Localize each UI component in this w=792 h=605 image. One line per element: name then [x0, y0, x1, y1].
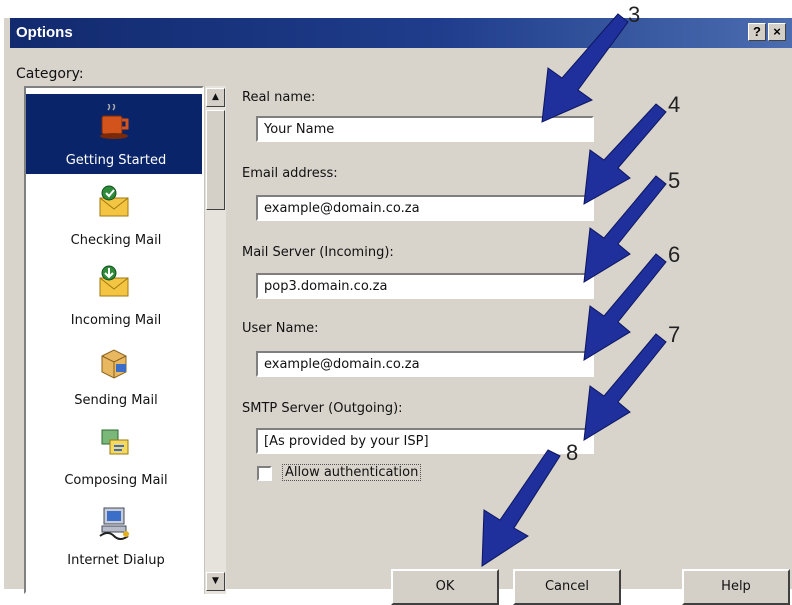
category-item-incoming-mail[interactable]: Incoming Mail — [26, 254, 202, 334]
cancel-button[interactable]: Cancel — [513, 569, 621, 605]
category-label-composing-mail: Composing Mail — [64, 473, 168, 488]
ok-button[interactable]: OK — [391, 569, 499, 605]
coffee-cup-icon — [100, 104, 129, 139]
email-address-label: Email address: — [242, 166, 338, 181]
category-label-internet-dialup: Internet Dialup — [67, 553, 165, 568]
window-title: Options — [16, 24, 73, 41]
category-item-sending-mail[interactable]: Sending Mail — [26, 334, 202, 414]
category-label-sending-mail: Sending Mail — [74, 393, 158, 408]
compose-icon — [101, 429, 129, 455]
scroll-up-button[interactable]: ▲ — [206, 88, 225, 107]
category-label-checking-mail: Checking Mail — [70, 233, 162, 248]
incoming-server-input[interactable]: pop3.domain.co.za — [256, 273, 594, 299]
envelope-incoming-icon — [99, 265, 129, 297]
allow-authentication-label[interactable]: Allow authentication — [282, 464, 422, 481]
package-send-icon — [101, 349, 127, 379]
scroll-thumb[interactable] — [206, 110, 225, 210]
scroll-down-button[interactable]: ▼ — [206, 572, 225, 591]
user-name-label: User Name: — [242, 321, 319, 336]
annotation-label-5: 5 — [668, 168, 681, 193]
email-address-input[interactable]: example@domain.co.za — [256, 195, 594, 221]
category-label: Category: — [16, 66, 84, 82]
category-item-getting-started[interactable]: Getting Started — [26, 94, 202, 174]
category-label-getting-started: Getting Started — [65, 153, 167, 168]
category-item-composing-mail[interactable]: Composing Mail — [26, 414, 202, 494]
computer-dialup-icon — [99, 507, 129, 540]
category-label-incoming-mail: Incoming Mail — [70, 313, 162, 328]
category-list[interactable]: Getting Started Checking Mail Incoming M… — [24, 86, 204, 594]
close-button[interactable]: × — [768, 23, 786, 41]
real-name-label: Real name: — [242, 90, 316, 105]
help-title-button[interactable]: ? — [748, 23, 766, 41]
user-name-input[interactable]: example@domain.co.za — [256, 351, 594, 377]
category-scrollbar[interactable]: ▲ ▼ — [204, 86, 226, 594]
annotation-label-4: 4 — [668, 92, 681, 117]
annotation-label-7: 7 — [668, 322, 681, 347]
smtp-server-input[interactable]: [As provided by your ISP] — [256, 428, 594, 454]
help-button[interactable]: Help — [682, 569, 790, 605]
category-item-internet-dialup[interactable]: Internet Dialup — [26, 494, 202, 574]
envelope-check-icon — [99, 185, 129, 217]
annotation-label-6: 6 — [668, 242, 681, 267]
smtp-server-label: SMTP Server (Outgoing): — [242, 401, 403, 416]
real-name-input[interactable]: Your Name — [256, 116, 594, 142]
annotation-label-8: 8 — [566, 440, 579, 465]
incoming-server-label: Mail Server (Incoming): — [242, 245, 394, 260]
category-item-checking-mail[interactable]: Checking Mail — [26, 174, 202, 254]
allow-authentication-checkbox[interactable] — [257, 466, 272, 481]
annotation-label-3: 3 — [628, 2, 641, 27]
title-bar[interactable]: Options ? × — [10, 18, 792, 48]
